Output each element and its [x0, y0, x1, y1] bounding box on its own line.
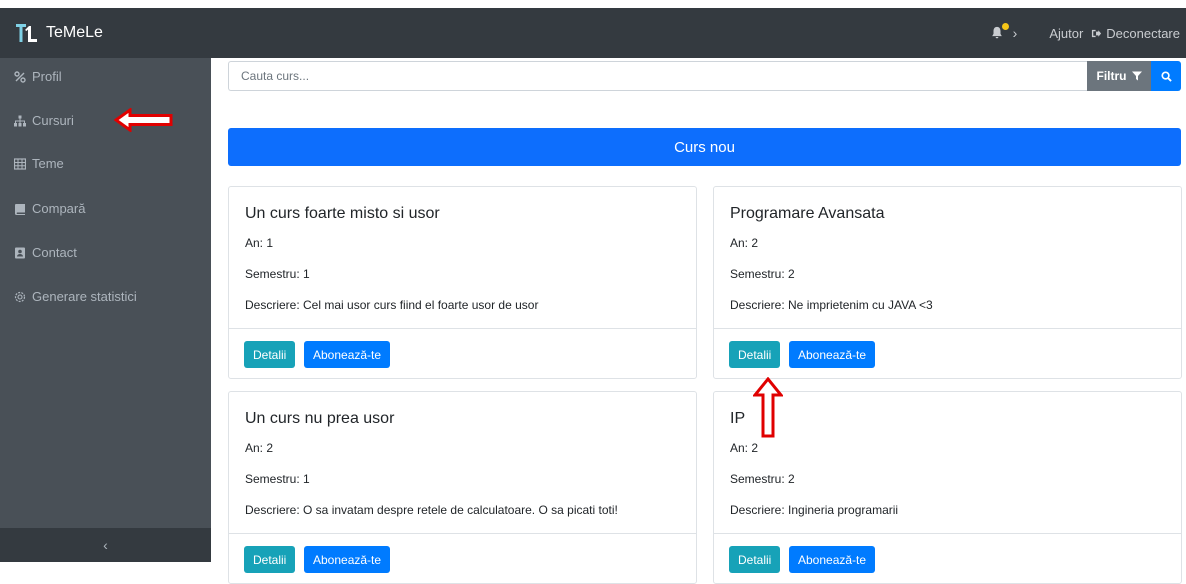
percent-icon	[14, 70, 26, 83]
sidebar-item-label: Compară	[32, 201, 86, 216]
course-semester: Semestru: 1	[245, 267, 310, 281]
book-icon	[15, 203, 25, 215]
subscribe-button[interactable]: Abonează-te	[789, 341, 876, 368]
course-year: An: 1	[245, 236, 274, 250]
brand[interactable]: TeMeLe	[0, 20, 103, 46]
course-year: An: 2	[245, 441, 274, 455]
card-footer: Detalii Abonează-te	[714, 533, 1181, 583]
top-navbar: TeMeLe › Ajutor Deconectare	[0, 8, 1186, 58]
sign-out-icon	[1092, 29, 1102, 37]
search-button[interactable]	[1151, 61, 1181, 91]
notification-dot	[1001, 23, 1009, 30]
course-search-bar: Filtru	[228, 61, 1181, 91]
chevron-right-icon[interactable]: ›	[1013, 25, 1018, 41]
help-link[interactable]: Ajutor	[1049, 26, 1083, 41]
sidebar-item-label: Contact	[32, 245, 77, 260]
subscribe-button[interactable]: Abonează-te	[789, 546, 876, 573]
subscribe-button[interactable]: Abonează-te	[304, 341, 391, 368]
course-search-input[interactable]	[228, 61, 1087, 91]
sidebar-item-label: Generare statistici	[32, 289, 137, 304]
sidebar-item-label: Teme	[32, 156, 64, 171]
sidebar-item-label: Profil	[32, 69, 62, 84]
chevron-left-icon: ‹	[103, 537, 108, 553]
temele-logo-icon	[16, 24, 37, 42]
course-description: Descriere: O sa invatam despre retele de…	[245, 503, 618, 517]
address-book-icon	[15, 247, 25, 258]
course-title: Un curs foarte misto si usor	[245, 205, 440, 222]
table-icon	[14, 157, 26, 170]
card-footer: Detalii Abonează-te	[229, 533, 696, 583]
sitemap-icon	[14, 115, 26, 126]
details-button[interactable]: Detalii	[244, 546, 296, 573]
logout-label: Deconectare	[1106, 25, 1180, 41]
course-title: IP	[730, 410, 746, 427]
course-semester: Semestru: 2	[730, 472, 795, 486]
card-footer: Detalii Abonează-te	[229, 328, 696, 378]
course-title: Un curs nu prea usor	[245, 410, 395, 427]
new-course-button[interactable]: Curs nou	[228, 128, 1181, 166]
details-button[interactable]: Detalii	[244, 341, 296, 368]
course-year: An: 2	[730, 236, 759, 250]
sidebar-item-contact[interactable]: Contact	[14, 245, 77, 260]
logout-link[interactable]: Deconectare	[1091, 26, 1180, 41]
sidebar-collapse-button[interactable]: ‹	[0, 528, 211, 562]
course-description: Descriere: Ingineria programarii	[730, 503, 899, 517]
notifications-bell-icon[interactable]	[989, 23, 1009, 42]
annotation-arrow-left-icon	[114, 108, 173, 132]
details-button[interactable]: Detalii	[729, 341, 781, 368]
course-card: Programare Avansata An: 2 Semestru: 2 De…	[713, 186, 1182, 379]
sidebar-item-teme[interactable]: Teme	[14, 156, 64, 171]
sidebar-item-compara[interactable]: Compară	[14, 201, 85, 216]
subscribe-button[interactable]: Abonează-te	[304, 546, 391, 573]
course-card: Un curs foarte misto si usor An: 1 Semes…	[228, 186, 697, 379]
sidebar-item-profil[interactable]: Profil	[14, 69, 62, 84]
brand-title: TeMeLe	[46, 24, 103, 41]
filter-button[interactable]: Filtru	[1087, 61, 1151, 91]
sidebar-item-label: Cursuri	[32, 113, 74, 128]
course-description: Descriere: Ne imprietenim cu JAVA <3	[730, 298, 933, 312]
filter-button-label: Filtru	[1096, 69, 1127, 83]
cog-icon	[14, 291, 26, 302]
course-semester: Semestru: 1	[245, 472, 310, 486]
course-year: An: 2	[730, 441, 759, 455]
card-footer: Detalii Abonează-te	[714, 328, 1181, 378]
course-title: Programare Avansata	[730, 205, 885, 222]
sidebar-item-statistici[interactable]: Generare statistici	[14, 289, 137, 304]
details-button[interactable]: Detalii	[729, 546, 781, 573]
sidebar-item-cursuri[interactable]: Cursuri	[14, 113, 74, 128]
course-description: Descriere: Cel mai usor curs fiind el fo…	[245, 298, 539, 312]
course-card: Un curs nu prea usor An: 2 Semestru: 1 D…	[228, 391, 697, 584]
course-semester: Semestru: 2	[730, 267, 795, 281]
annotation-arrow-up-icon	[753, 377, 783, 438]
filter-icon	[1131, 71, 1142, 81]
course-card: IP An: 2 Semestru: 2 Descriere: Ingineri…	[713, 391, 1182, 584]
search-icon	[1160, 70, 1172, 82]
sidebar: Profil Cursuri Teme Compară Contact Gene…	[0, 58, 211, 562]
